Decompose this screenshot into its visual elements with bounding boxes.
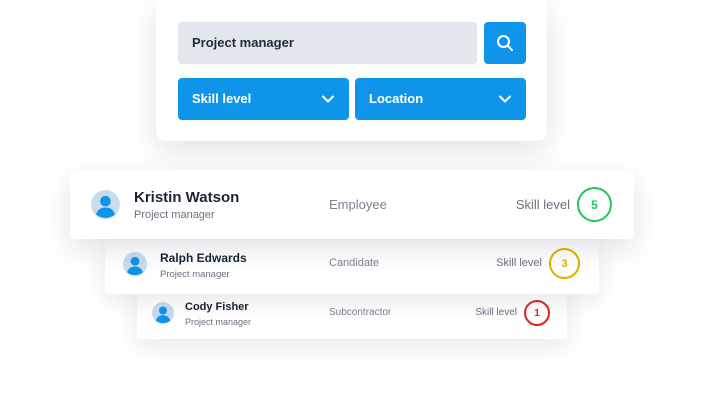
search-button[interactable] — [484, 22, 526, 64]
skill-level-badge: 5 — [577, 187, 612, 222]
location-select-label: Location — [369, 91, 424, 106]
candidate-type: Candidate — [329, 257, 380, 269]
skill-level-select-label: Skill level — [192, 91, 252, 106]
candidate-role: Project manager — [185, 317, 252, 327]
skill-level-label: Skill level — [496, 257, 542, 269]
skill-level-badge: 1 — [524, 300, 550, 326]
skill-level-label: Skill level — [475, 307, 517, 318]
candidate-name: Ralph Edwards — [160, 251, 247, 265]
candidate-card[interactable]: Cody Fisher Project manager Subcontracto… — [137, 289, 567, 339]
candidate-card[interactable]: Ralph Edwards Project manager Candidate … — [105, 240, 599, 294]
search-panel: Project manager Skill level Location — [156, 0, 547, 141]
candidate-name: Cody Fisher — [185, 301, 249, 313]
avatar-icon — [123, 252, 147, 276]
candidate-name: Kristin Watson — [134, 189, 240, 206]
chevron-down-icon — [499, 95, 511, 103]
skill-level-select[interactable]: Skill level — [178, 78, 349, 120]
skill-level-label: Skill level — [515, 197, 570, 212]
candidate-type: Subcontractor — [329, 307, 392, 318]
candidate-type: Employee — [329, 197, 387, 212]
search-icon — [497, 35, 513, 51]
avatar-icon — [91, 190, 120, 219]
candidate-card[interactable]: Kristin Watson Project manager Employee … — [70, 170, 634, 239]
search-input[interactable]: Project manager — [178, 22, 477, 64]
candidate-role: Project manager — [160, 269, 230, 280]
location-select[interactable]: Location — [355, 78, 526, 120]
chevron-down-icon — [322, 95, 334, 103]
skill-level-badge: 3 — [549, 248, 580, 279]
avatar-icon — [152, 302, 174, 324]
candidate-role: Project manager — [134, 209, 215, 221]
